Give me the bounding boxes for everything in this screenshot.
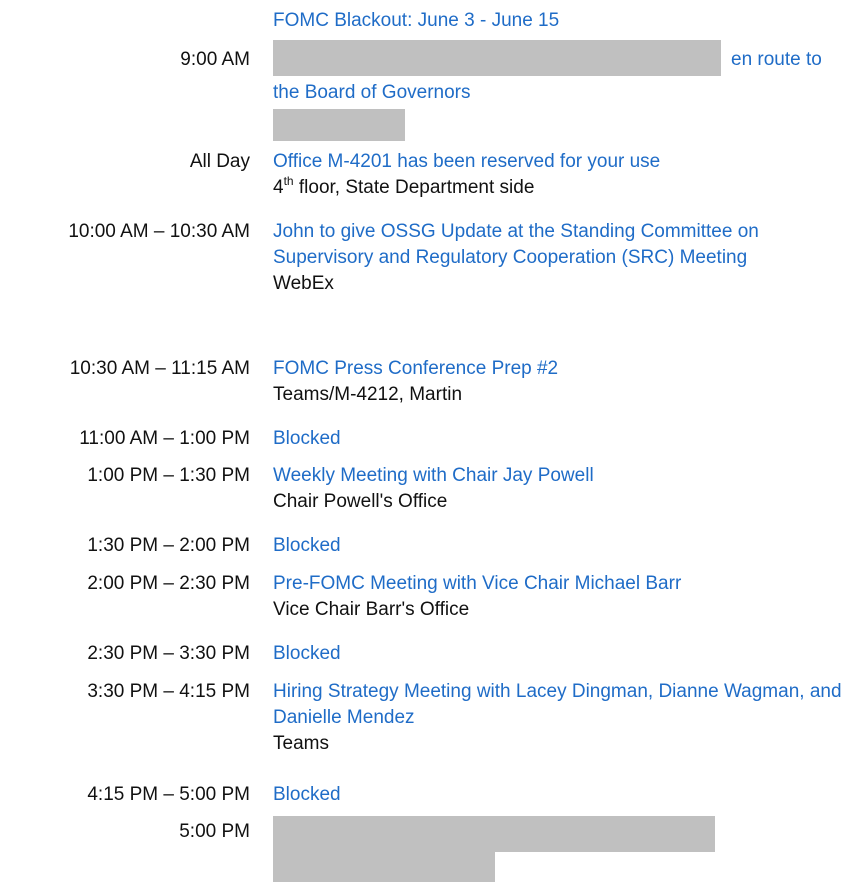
event-content: Blocked: [273, 782, 853, 808]
event-title[interactable]: Weekly Meeting with Chair Jay Powell: [273, 463, 853, 489]
event-time: 4:15 PM – 5:00 PM: [87, 784, 250, 805]
redaction-block: [273, 109, 405, 141]
redaction-block: [273, 852, 495, 882]
event-content: Blocked: [273, 533, 853, 559]
event-title[interactable]: Hiring Strategy Meeting with Lacey Dingm…: [273, 679, 853, 731]
event-time: 3:30 PM – 4:15 PM: [87, 681, 250, 702]
event-title[interactable]: en route to: [731, 47, 822, 73]
event-content: Office M-4201 has been reserved for your…: [273, 149, 853, 201]
event-title[interactable]: Blocked: [273, 641, 853, 667]
event-time: 2:00 PM – 2:30 PM: [87, 573, 250, 594]
event-time: 11:00 AM – 1:00 PM: [79, 428, 250, 449]
event-title[interactable]: John to give OSSG Update at the Standing…: [273, 219, 853, 271]
floor-suffix: th: [283, 173, 294, 188]
event-time: 1:00 PM – 1:30 PM: [87, 465, 250, 486]
event-content: FOMC Press Conference Prep #2 Teams/M-42…: [273, 356, 853, 408]
event-content: Hiring Strategy Meeting with Lacey Dingm…: [273, 679, 853, 757]
event-location: Chair Powell's Office: [273, 491, 448, 512]
event-time: 5:00 PM: [179, 821, 250, 842]
event-location: 4th floor, State Department side: [273, 175, 853, 201]
event-time: 10:00 AM – 10:30 AM: [68, 221, 250, 242]
event-title[interactable]: Office M-4201 has been reserved for your…: [273, 149, 853, 175]
event-title-continued[interactable]: the Board of Governors: [273, 80, 471, 106]
event-content: John to give OSSG Update at the Standing…: [273, 219, 853, 297]
event-content: Blocked: [273, 641, 853, 667]
event-content: Pre-FOMC Meeting with Vice Chair Michael…: [273, 571, 853, 623]
floor-detail: floor, State Department side: [293, 177, 535, 198]
event-time: 2:30 PM – 3:30 PM: [87, 643, 250, 664]
event-location: WebEx: [273, 273, 334, 294]
event-content: Blocked: [273, 426, 853, 452]
event-time: All Day: [189, 151, 250, 172]
event-title[interactable]: Blocked: [273, 426, 853, 452]
event-content: Weekly Meeting with Chair Jay Powell Cha…: [273, 463, 853, 515]
event-location: Vice Chair Barr's Office: [273, 599, 470, 620]
event-title[interactable]: FOMC Press Conference Prep #2: [273, 356, 853, 382]
event-title[interactable]: Blocked: [273, 533, 853, 559]
event-time: 10:30 AM – 11:15 AM: [69, 358, 250, 379]
redaction-block: [273, 816, 715, 852]
floor-number: 4: [273, 177, 284, 198]
event-time: 1:30 PM – 2:00 PM: [87, 535, 250, 556]
event-location: Teams: [273, 733, 329, 754]
redaction-block: [273, 40, 721, 76]
event-title[interactable]: Pre-FOMC Meeting with Vice Chair Michael…: [273, 571, 853, 597]
event-time: 9:00 AM: [180, 49, 250, 70]
blackout-notice[interactable]: FOMC Blackout: June 3 - June 15: [273, 8, 559, 34]
schedule-page: FOMC Blackout: June 3 - June 15 9:00 AM …: [0, 0, 856, 882]
event-title[interactable]: Blocked: [273, 782, 853, 808]
event-location: Teams/M-4212, Martin: [273, 384, 463, 405]
